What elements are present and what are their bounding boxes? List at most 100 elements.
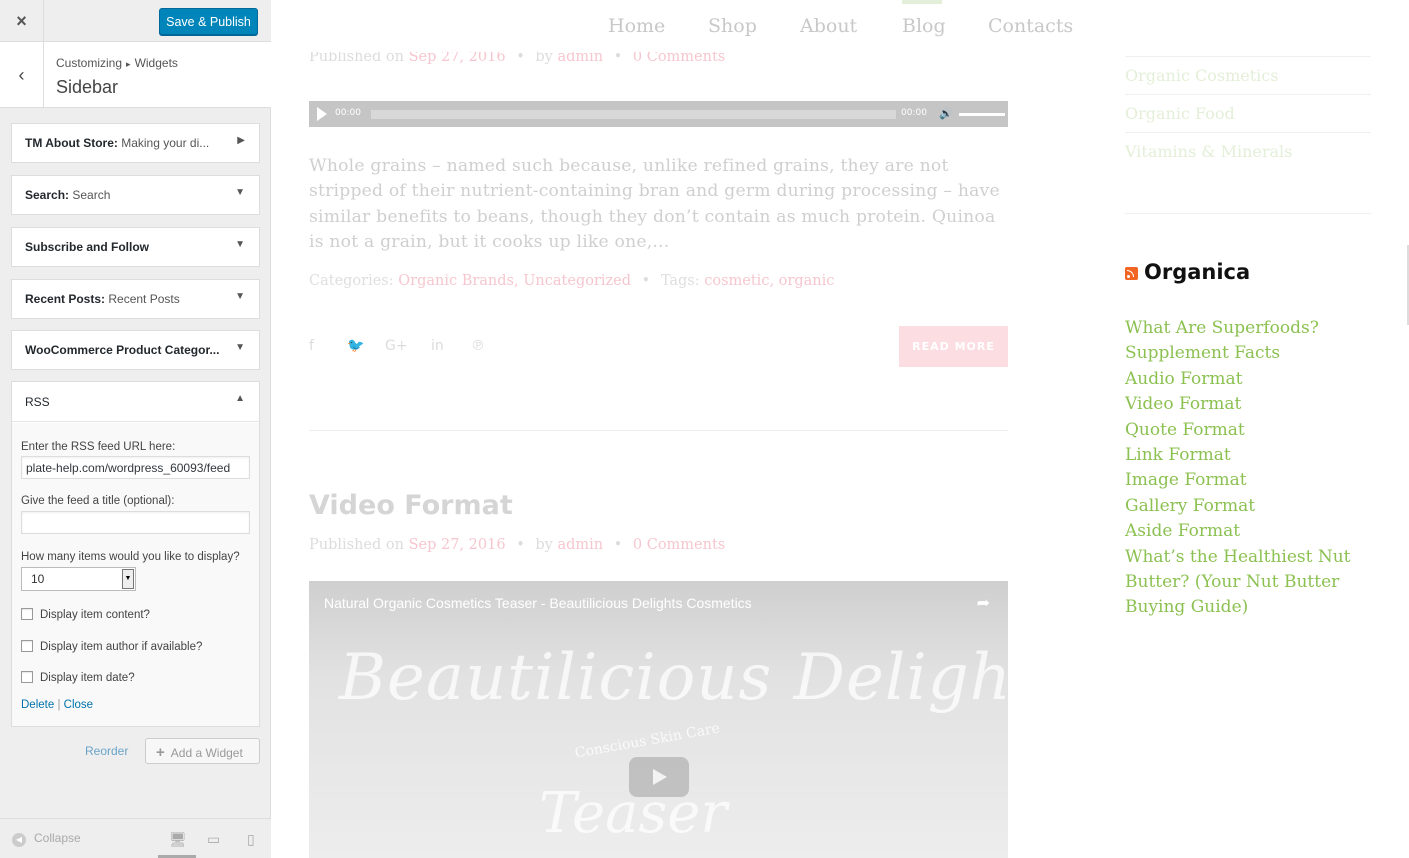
rss-feed-item[interactable]: Link Format [1125,443,1365,468]
widget-subtitle: Recent Posts [105,292,180,306]
expand-arrow-icon[interactable]: ▼ [235,187,245,198]
close-link[interactable]: Close [64,699,93,711]
tags-links[interactable]: cosmetic, organic [704,273,834,289]
breadcrumb: Customizing ▸ Widgets [56,56,178,70]
rss-items-label: How many items would you like to display… [21,551,240,563]
breadcrumb-customizing: Customizing [56,56,123,70]
rss-url-input[interactable] [21,456,250,479]
display-content-checkbox-row[interactable]: Display item content? [21,608,150,621]
video-tagline: Conscious Skin Care [573,720,722,762]
display-date-checkbox[interactable] [21,671,33,683]
pinterest-icon[interactable]: ℗ [471,338,485,354]
rss-feed-item[interactable]: What Are Superfoods? [1125,316,1365,341]
video-caption[interactable]: Natural Organic Cosmetics Teaser - Beaut… [324,595,752,611]
read-more-button[interactable]: READ MORE [899,326,1008,367]
audio-player: 00:00 00:00 🔊 [309,101,1008,127]
rss-feed-item[interactable]: Video Format [1125,392,1365,417]
rss-items-value: 10 [31,572,45,586]
widget-search[interactable]: Search: Search ▼ [11,175,260,215]
meta-separator: • [516,537,525,553]
post-title[interactable]: Video Format [309,490,513,521]
expand-arrow-icon[interactable]: ▼ [235,239,245,250]
nav-shop[interactable]: Shop [708,15,757,37]
video-embed[interactable]: Natural Organic Cosmetics Teaser - Beaut… [309,581,1008,858]
widget-title: TM About Store: [25,136,118,150]
delete-link[interactable]: Delete [21,699,54,711]
rss-title-input[interactable] [21,511,250,534]
widget-tm-about-store[interactable]: TM About Store: Making your di... ▶ [11,123,260,163]
rss-widget-header[interactable]: RSS ▲ [12,382,259,422]
display-author-checkbox[interactable] [21,640,33,652]
post-comments-link[interactable]: 0 Comments [633,537,725,553]
collapse-icon: ◀ [12,833,26,847]
site-preview: Home Shop About Blog Contacts Published … [271,0,1409,858]
category-link[interactable]: Vitamins & Minerals [1125,132,1371,170]
section-title: Sidebar [56,77,119,97]
meta-by-label: by [535,537,553,553]
share-icon[interactable]: ➦ [977,593,990,612]
facebook-icon[interactable]: f [309,338,314,354]
customizer-header: × Save & Publish [0,0,271,42]
meta-separator: • [613,537,623,553]
rss-feed-item[interactable]: What’s the Healthiest Nut Butter? (Your … [1125,545,1365,621]
volume-icon[interactable]: 🔊 [939,107,953,120]
expand-arrow-icon[interactable]: ▼ [235,342,245,353]
rss-feed-item[interactable]: Audio Format [1125,367,1365,392]
post-author-link[interactable]: admin [557,537,603,553]
expand-arrow-icon[interactable]: ▶ [237,135,245,146]
display-author-checkbox-row[interactable]: Display item author if available? [21,640,202,653]
category-link[interactable]: Organic Cosmetics [1125,56,1371,94]
site-navigation: Home Shop About Blog Contacts [271,0,1409,52]
nav-contacts[interactable]: Contacts [988,15,1073,37]
nav-blog[interactable]: Blog [902,15,946,37]
categories-widget-list: Organic Cosmetics Organic Food Vitamins … [1125,56,1371,170]
google-plus-icon[interactable]: G+ [385,338,408,354]
volume-slider[interactable] [959,113,1005,116]
rss-feed-list: What Are Superfoods? Supplement Facts Au… [1125,316,1365,621]
rss-widget-title[interactable]: Organica [1144,260,1250,284]
audio-current-time: 00:00 [335,108,361,118]
reorder-link[interactable]: Reorder [85,744,128,758]
nav-home[interactable]: Home [608,15,665,37]
plus-icon: + [156,744,165,761]
rss-items-select[interactable]: 10 ▼ [21,567,136,591]
nav-about[interactable]: About [800,15,857,37]
rss-feed-item[interactable]: Gallery Format [1125,494,1365,519]
video-brand-text: Beautilicious Delights [339,641,1008,715]
back-icon[interactable]: ‹ [0,42,44,108]
widget-subtitle: Search [69,188,111,202]
category-link[interactable]: Organic Food [1125,94,1371,132]
desktop-preview-icon[interactable]: 🖥 [169,831,187,848]
widget-woocommerce-categories[interactable]: WooCommerce Product Categor... ▼ [11,330,260,370]
widget-recent-posts[interactable]: Recent Posts: Recent Posts ▼ [11,279,260,319]
add-widget-label: Add a Widget [170,746,243,760]
rss-feed-item[interactable]: Quote Format [1125,418,1365,443]
play-icon[interactable] [317,107,327,121]
rss-feed-item[interactable]: Supplement Facts [1125,341,1365,366]
rss-feed-item[interactable]: Aside Format [1125,519,1365,544]
dropdown-arrow-icon[interactable]: ▼ [122,569,134,589]
post-meta: Published on Sep 27, 2016 • by admin • 0… [309,537,725,553]
post-taxonomy: Categories: Organic Brands, Uncategorize… [309,273,834,289]
mobile-preview-icon[interactable]: ▯ [247,831,255,848]
linkedin-icon[interactable]: in [431,338,444,354]
post-date-link[interactable]: Sep 27, 2016 [409,537,506,553]
rss-feed-item[interactable]: Image Format [1125,468,1365,493]
widget-title: Recent Posts: [25,292,106,306]
categories-links[interactable]: Organic Brands, Uncategorized [398,273,631,289]
expand-arrow-icon[interactable]: ▼ [235,291,245,302]
display-content-checkbox[interactable] [21,608,33,620]
tags-label: Tags: [660,273,700,289]
twitter-icon[interactable]: 🐦 [347,338,364,354]
collapse-button[interactable]: ◀ Collapse [12,831,81,847]
save-publish-button[interactable]: Save & Publish [159,8,258,35]
close-icon[interactable]: × [0,0,44,42]
collapse-label: Collapse [34,831,81,845]
add-widget-button[interactable]: + Add a Widget [145,738,260,764]
display-date-checkbox-row[interactable]: Display item date? [21,671,135,684]
audio-progress-track[interactable] [371,110,896,119]
rss-icon[interactable] [1125,267,1138,280]
collapse-arrow-icon[interactable]: ▲ [235,393,245,404]
widget-subscribe-follow[interactable]: Subscribe and Follow ▼ [11,227,260,267]
tablet-preview-icon[interactable]: ▭ [207,831,220,848]
